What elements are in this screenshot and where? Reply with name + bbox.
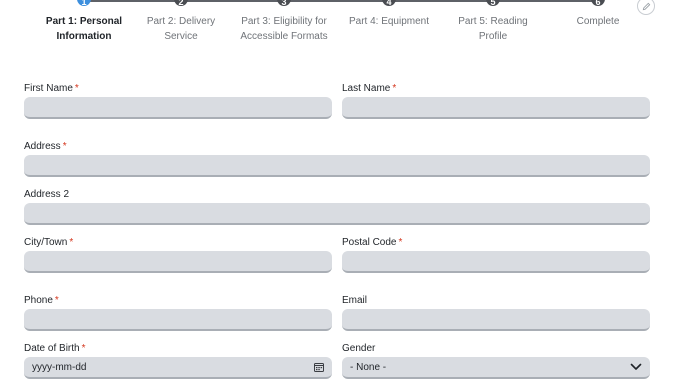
last-name-label: Last Name * [342,83,397,94]
step-2-marker[interactable]: 2 [174,0,188,6]
step-5-label-line2: Profile [478,31,508,42]
edit-button[interactable] [637,0,655,15]
progress-stepper: 1 Part 1: Personal Information 2 Part 2:… [0,0,675,50]
step-4-marker[interactable]: 4 [382,0,396,6]
gender-select[interactable]: - None - [342,357,650,379]
city-label: City/Town * [24,237,74,248]
step-1-label-line2: Information [56,31,112,42]
address-label: Address * [24,141,67,152]
step-4-label-line1: Part 4: Equipment [348,16,430,27]
required-marker: * [398,237,403,248]
step-1-marker[interactable]: 1 [77,0,91,6]
pencil-icon [642,2,650,10]
step-3-label-line2: Accessible Formats [240,31,328,42]
last-name-input[interactable] [342,97,650,119]
required-marker: * [62,141,67,152]
phone-input[interactable] [24,309,332,331]
first-name-label: First Name * [24,83,79,94]
postal-code-input[interactable] [342,251,650,273]
required-marker: * [74,83,79,94]
step-3-label-line1: Part 3: Eligibility for [241,16,327,27]
gender-selected-value: - None - [350,361,387,373]
step-2-label-line2: Service [164,31,198,42]
chevron-down-icon [630,363,642,371]
step-5-label[interactable]: Part 5: Reading Profile [438,14,548,44]
step-6-marker[interactable]: 6 [591,0,605,6]
step-2-label-line1: Part 2: Delivery [146,16,216,27]
address2-label: Address 2 [24,189,70,200]
first-name-input[interactable] [24,97,332,119]
step-1-label[interactable]: Part 1: Personal Information [29,14,139,44]
city-input[interactable] [24,251,332,273]
dob-input[interactable]: yyyy-mm-dd [24,357,332,379]
step-5-marker[interactable]: 5 [486,0,500,6]
step-4-label[interactable]: Part 4: Equipment [334,14,444,29]
dob-label: Date of Birth * [24,343,86,354]
step-6-label-line1: Complete [576,16,620,27]
step-3-marker[interactable]: 3 [277,0,291,6]
dob-placeholder: yyyy-mm-dd [32,361,87,373]
address-input[interactable] [24,155,650,177]
step-1-label-line1: Part 1: Personal [45,16,123,27]
step-2-label[interactable]: Part 2: Delivery Service [126,14,236,44]
phone-label: Phone * [24,295,59,306]
email-label: Email [342,295,368,306]
required-marker: * [392,83,397,94]
step-3-label[interactable]: Part 3: Eligibility for Accessible Forma… [224,14,344,44]
step-6-label[interactable]: Complete [543,14,653,29]
required-marker: * [81,343,86,354]
required-marker: * [54,295,59,306]
email-input[interactable] [342,309,650,331]
required-marker: * [69,237,74,248]
gender-label: Gender [342,343,376,354]
step-5-label-line1: Part 5: Reading [458,16,528,27]
calendar-icon[interactable] [314,362,324,372]
postal-code-label: Postal Code * [342,237,403,248]
stepper-track [84,0,598,2]
address2-input[interactable] [24,203,650,225]
